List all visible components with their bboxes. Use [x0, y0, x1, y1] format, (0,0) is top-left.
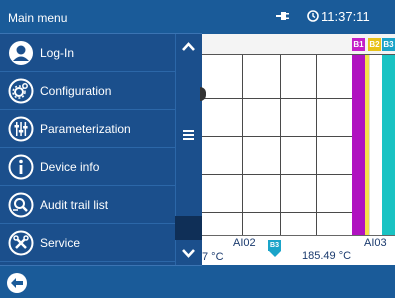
clock-time: 11:37:11: [321, 9, 370, 24]
chevron-up-icon[interactable]: [175, 34, 202, 60]
grid-line: [316, 55, 317, 235]
menu-item-label: Configuration: [40, 84, 112, 98]
menu-item-parameterization[interactable]: Parameterization: [0, 110, 175, 148]
info-icon: [8, 154, 34, 180]
scroll-handle-icon[interactable]: [175, 120, 202, 150]
grid-line: [202, 136, 352, 137]
b3-marker-arrow: [269, 251, 281, 257]
menu-title: Main menu: [8, 11, 68, 25]
plug-icon: [276, 12, 289, 20]
grid-line: [202, 174, 352, 175]
trend-b1: [352, 55, 365, 235]
trend-b3: [382, 55, 395, 235]
main-menu: Main menu Log-In Configuration Parameter…: [0, 0, 202, 298]
grid-line: [202, 98, 352, 99]
menu-item-configuration[interactable]: Configuration: [0, 72, 175, 110]
menu-item-device-info[interactable]: Device info: [0, 148, 175, 186]
trend-gap: [369, 55, 382, 235]
audit-trail-icon: [8, 192, 34, 218]
menu-header: Main menu: [0, 0, 202, 34]
grid-line: [202, 212, 352, 213]
scroll-track-end: [175, 216, 202, 240]
channel-ai03-label: AI03: [364, 237, 387, 249]
menu-item-label: Service: [40, 236, 81, 250]
value-reading: 185.49 °C: [302, 250, 352, 262]
chevron-down-icon[interactable]: [175, 242, 202, 265]
channel-tag-b2: B2: [368, 38, 381, 51]
gears-icon: [8, 78, 34, 104]
sliders-icon: [8, 116, 34, 142]
clock-icon: [307, 10, 319, 22]
b3-marker: B3: [268, 240, 281, 251]
menu-item-label: Parameterization: [40, 122, 131, 136]
back-arrow-icon[interactable]: [6, 272, 28, 294]
tools-icon: [8, 230, 34, 256]
menu-item-label: Log-In: [40, 46, 75, 60]
menu-item-service[interactable]: Service: [0, 224, 175, 262]
channel-header: [202, 34, 395, 55]
grid-line: [242, 55, 243, 235]
menu-item-label: Device info: [40, 160, 100, 174]
menu-item-log-in[interactable]: Log-In: [0, 34, 175, 72]
grid-line: [280, 55, 281, 235]
menu-item-label: Audit trail list: [40, 198, 109, 212]
user-icon: [9, 41, 33, 65]
menu-item-audit-trail-list[interactable]: Audit trail list: [0, 186, 175, 224]
channel-ai02-label: AI02: [233, 237, 256, 249]
channel-tag-b3: B3: [382, 38, 395, 51]
menu-footer: [0, 265, 202, 298]
channel-tag-b1: B1: [352, 38, 365, 51]
value-left-reading: 7 °C: [202, 251, 224, 263]
